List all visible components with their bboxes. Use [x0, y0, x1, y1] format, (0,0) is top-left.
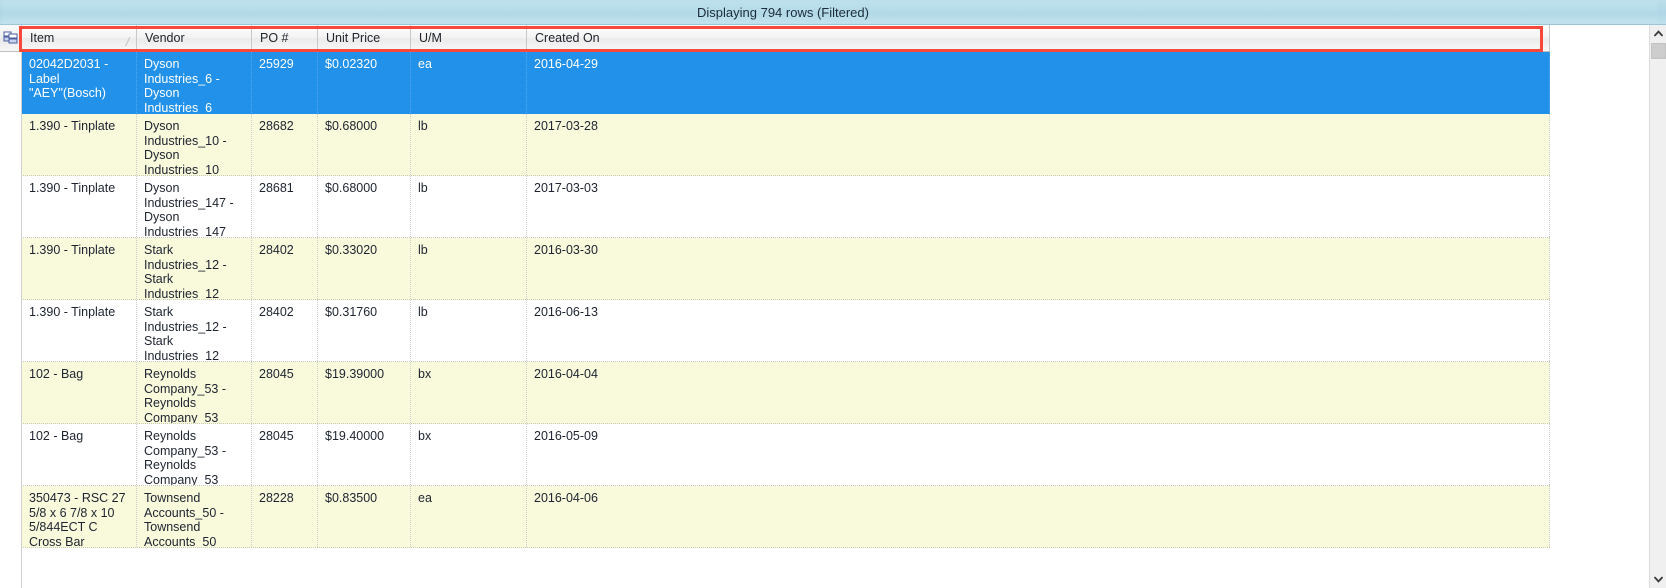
column-header-label: Item [30, 31, 55, 45]
cell-po[interactable]: 28045 [252, 362, 318, 423]
grid-select-all-icon [3, 31, 18, 44]
cell-vendor[interactable]: Stark Industries_12 - Stark Industries_1… [137, 238, 252, 299]
cell-um[interactable]: bx [411, 424, 527, 485]
cell-unit-price[interactable]: $19.40000 [318, 424, 411, 485]
scroll-up-button[interactable] [1650, 25, 1666, 42]
cell-created-on[interactable]: 2016-04-29 [527, 52, 1550, 113]
cell-vendor[interactable]: Reynolds Company_53 - Reynolds Company_5… [137, 424, 252, 485]
table-row[interactable]: 1.390 - Tinplate Dyson Industries_10 - Dy… [0, 114, 1550, 176]
cell-unit-price[interactable]: $0.31760 [318, 300, 411, 361]
cell-item[interactable]: 1.390 - Tinplate [22, 176, 137, 237]
grid-header-row: Item / Vendor PO # Unit Price U/M Created On [0, 25, 1550, 52]
scroll-down-button[interactable] [1650, 571, 1666, 588]
cell-vendor[interactable]: Dyson Industries_6 - Dyson Industries_6 [137, 52, 252, 113]
column-header-unit-price[interactable]: Unit Price [318, 25, 411, 52]
cell-unit-price[interactable]: $0.68000 [318, 114, 411, 175]
cell-created-on[interactable]: 2016-06-13 [527, 300, 1550, 361]
cell-po[interactable]: 28045 [252, 424, 318, 485]
scrollbar-thumb[interactable] [1651, 43, 1666, 59]
status-bar: Displaying 794 rows (Filtered) [0, 0, 1666, 25]
cell-po[interactable]: 25929 [252, 52, 318, 113]
select-all-corner[interactable] [0, 25, 22, 52]
cell-um[interactable]: lb [411, 176, 527, 237]
table-row[interactable]: 102 - Bag Reynolds Company_53 - Reynolds … [0, 424, 1550, 486]
cell-po[interactable]: 28681 [252, 176, 318, 237]
table-row[interactable]: 1.390 - Tinplate Dyson Industries_147 - D… [0, 176, 1550, 238]
sort-indicator-icon: / [124, 35, 131, 49]
column-header-item[interactable]: Item / [22, 25, 137, 52]
cell-um[interactable]: lb [411, 300, 527, 361]
column-header-vendor[interactable]: Vendor [137, 25, 252, 52]
cell-unit-price[interactable]: $0.68000 [318, 176, 411, 237]
cell-created-on[interactable]: 2017-03-28 [527, 114, 1550, 175]
column-header-created-on[interactable]: Created On [527, 25, 1550, 52]
grid-rows[interactable]: 02042D2031 - Label "AEY"(Bosch) Dyson Ind… [0, 52, 1550, 588]
cell-item[interactable]: 102 - Bag [22, 362, 137, 423]
row-count-status: Displaying 794 rows (Filtered) [697, 5, 869, 20]
column-header-u-m[interactable]: U/M [411, 25, 527, 52]
cell-item[interactable]: 1.390 - Tinplate [22, 300, 137, 361]
row-header-gutter [0, 25, 22, 588]
cell-unit-price[interactable]: $0.02320 [318, 52, 411, 113]
cell-po[interactable]: 28402 [252, 300, 318, 361]
cell-um[interactable]: lb [411, 114, 527, 175]
cell-item[interactable]: 1.390 - Tinplate [22, 238, 137, 299]
cell-item[interactable]: 02042D2031 - Label "AEY"(Bosch) [22, 52, 137, 113]
cell-item[interactable]: 1.390 - Tinplate [22, 114, 137, 175]
column-header-po[interactable]: PO # [252, 25, 318, 52]
cell-item[interactable]: 350473 - RSC 27 5/8 x 6 7/8 x 10 5/844EC… [22, 486, 137, 547]
table-row[interactable]: 102 - Bag Reynolds Company_53 - Reynolds … [0, 362, 1550, 424]
cell-vendor[interactable]: Stark Industries_12 - Stark Industries_1… [137, 300, 252, 361]
cell-um[interactable]: lb [411, 238, 527, 299]
table-row[interactable]: 350473 - RSC 27 5/8 x 6 7/8 x 10 5/844EC… [0, 486, 1550, 548]
cell-unit-price[interactable]: $0.33020 [318, 238, 411, 299]
column-header-label: PO # [260, 31, 289, 45]
cell-created-on[interactable]: 2016-05-09 [527, 424, 1550, 485]
cell-vendor[interactable]: Dyson Industries_147 - Dyson Industries_… [137, 176, 252, 237]
cell-unit-price[interactable]: $0.83500 [318, 486, 411, 547]
column-header-label: Created On [535, 31, 600, 45]
cell-um[interactable]: bx [411, 362, 527, 423]
cell-created-on[interactable]: 2016-03-30 [527, 238, 1550, 299]
cell-created-on[interactable]: 2017-03-03 [527, 176, 1550, 237]
cell-vendor[interactable]: Reynolds Company_53 - Reynolds Company_5… [137, 362, 252, 423]
cell-created-on[interactable]: 2016-04-06 [527, 486, 1550, 547]
cell-unit-price[interactable]: $19.39000 [318, 362, 411, 423]
vertical-scrollbar[interactable] [1649, 25, 1666, 588]
cell-item[interactable]: 102 - Bag [22, 424, 137, 485]
grid-container: 02042D2031 - Label "AEY"(Bosch) Dyson Ind… [0, 25, 1666, 588]
chevron-up-icon [1653, 30, 1663, 37]
column-header-label: Unit Price [326, 31, 381, 45]
cell-po[interactable]: 28228 [252, 486, 318, 547]
column-header-label: U/M [419, 31, 442, 45]
cell-po[interactable]: 28682 [252, 114, 318, 175]
table-row[interactable]: 1.390 - Tinplate Stark Industries_12 - St… [0, 300, 1550, 362]
cell-um[interactable]: ea [411, 486, 527, 547]
cell-vendor[interactable]: Dyson Industries_10 - Dyson Industries_1… [137, 114, 252, 175]
chevron-down-icon [1653, 576, 1663, 583]
table-row[interactable]: 02042D2031 - Label "AEY"(Bosch) Dyson Ind… [0, 52, 1550, 114]
cell-po[interactable]: 28402 [252, 238, 318, 299]
status-bar-inner: Displaying 794 rows (Filtered) [3, 1, 1658, 23]
column-header-label: Vendor [145, 31, 185, 45]
data-grid-window: Displaying 794 rows (Filtered) 02042D203… [0, 0, 1666, 588]
cell-um[interactable]: ea [411, 52, 527, 113]
cell-created-on[interactable]: 2016-04-04 [527, 362, 1550, 423]
table-row[interactable]: 1.390 - Tinplate Stark Industries_12 - St… [0, 238, 1550, 300]
cell-vendor[interactable]: Townsend Accounts_50 - Townsend Accounts… [137, 486, 252, 547]
